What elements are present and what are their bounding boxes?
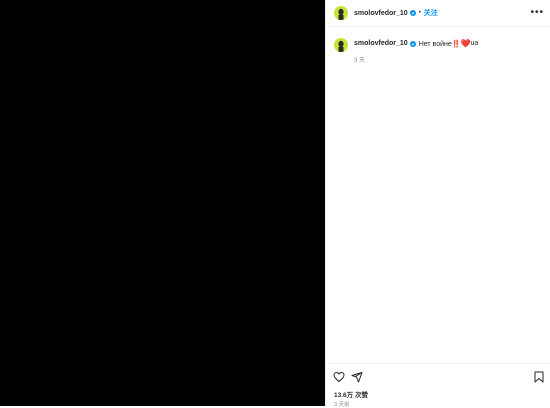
more-icon[interactable]: •••	[530, 8, 544, 18]
post-media[interactable]	[0, 0, 325, 406]
bookmark-icon[interactable]	[534, 371, 544, 383]
post-sidebar: smolovfedor_10 • 关注 ••• smolovfedor_10 Н…	[325, 0, 550, 408]
heart-outline-icon[interactable]	[333, 371, 345, 383]
username[interactable]: smolovfedor_10	[354, 10, 408, 17]
avatar[interactable]	[334, 6, 348, 20]
comment-text: Нет войне‼️	[418, 40, 461, 48]
avatar-image	[334, 38, 348, 52]
heart-emoji-icon: ❤️	[460, 39, 471, 48]
separator-dot: •	[418, 10, 421, 16]
likes-count[interactable]: 13.6万 次赞	[334, 389, 368, 399]
caption-comment: smolovfedor_10 Нет войне‼️ ❤️ ua 3 天	[326, 27, 550, 64]
post-viewer: smolovfedor_10 • 关注 ••• smolovfedor_10 Н…	[0, 0, 550, 408]
comment-body: smolovfedor_10 Нет войне‼️ ❤️ ua 3 天	[354, 39, 478, 64]
comment-avatar[interactable]	[334, 38, 348, 52]
action-bar: 13.6万 次赞 3 天前	[326, 363, 550, 408]
comment-suffix: ua	[470, 40, 479, 47]
follow-button[interactable]: 关注	[424, 8, 438, 18]
verified-badge-icon	[409, 40, 416, 47]
avatar-image	[334, 6, 348, 20]
comment-line: smolovfedor_10 Нет войне‼️ ❤️ ua	[354, 39, 478, 48]
post-header: smolovfedor_10 • 关注 •••	[326, 0, 550, 27]
comment-time: 3 天	[354, 58, 366, 64]
verified-badge-icon	[409, 10, 416, 16]
share-icon[interactable]	[351, 371, 363, 383]
comment-username[interactable]: smolovfedor_10	[354, 40, 408, 47]
action-row	[326, 364, 550, 388]
post-age: 3 天前	[334, 402, 350, 408]
